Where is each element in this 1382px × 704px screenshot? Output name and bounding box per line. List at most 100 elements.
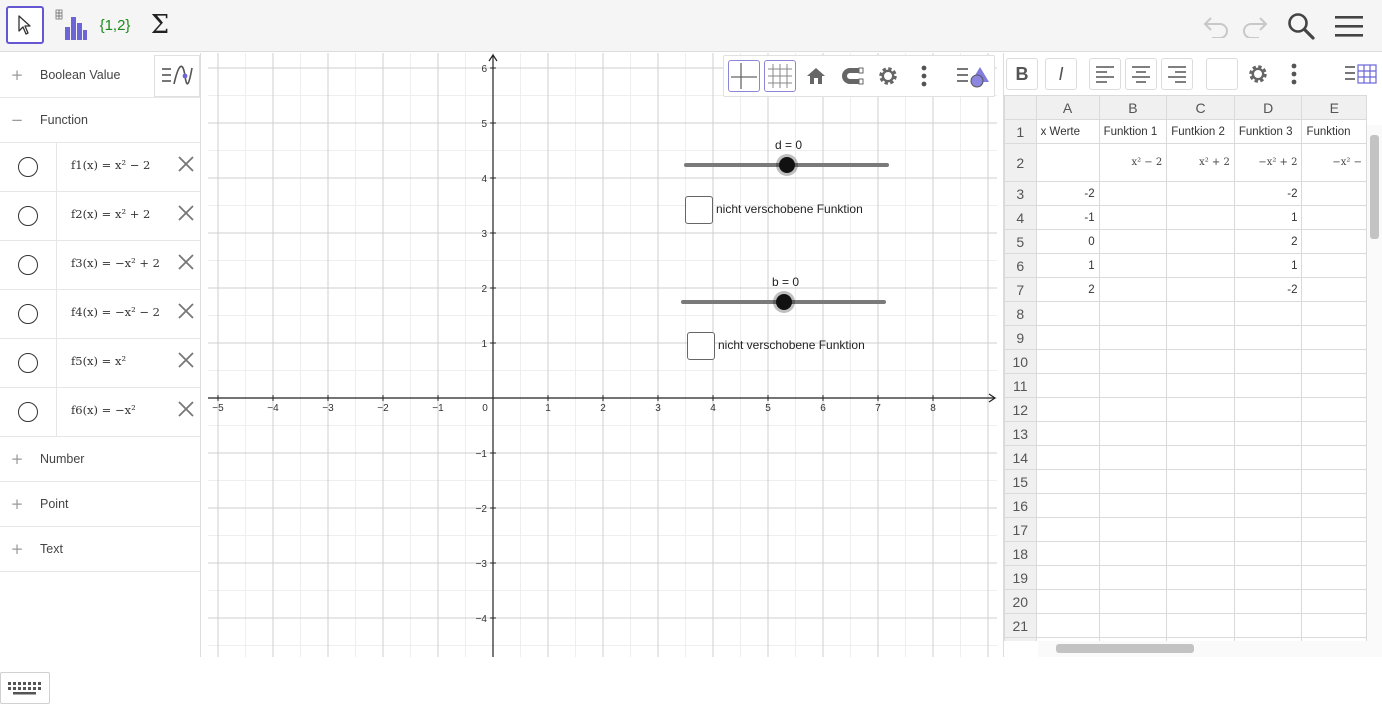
- cell[interactable]: [1166, 565, 1235, 590]
- visibility-toggle[interactable]: [18, 206, 38, 226]
- graphics-settings-button[interactable]: [872, 60, 904, 92]
- cell[interactable]: [1233, 469, 1303, 494]
- group-number[interactable]: + Number: [0, 437, 200, 482]
- cell[interactable]: [1301, 445, 1367, 470]
- cell[interactable]: [1301, 349, 1367, 374]
- function-expression[interactable]: f4(x) = −x² − 2: [71, 305, 160, 319]
- cell[interactable]: [1301, 589, 1367, 614]
- cell[interactable]: [1301, 325, 1367, 350]
- graphics-more-button[interactable]: [908, 60, 940, 92]
- cell[interactable]: [1301, 205, 1367, 230]
- row-header[interactable]: 19: [1004, 565, 1037, 590]
- cell[interactable]: x Werte: [1035, 119, 1100, 144]
- cell[interactable]: [1301, 397, 1367, 422]
- cell[interactable]: [1098, 373, 1168, 398]
- cell[interactable]: [1035, 445, 1100, 470]
- cell[interactable]: [1098, 253, 1168, 278]
- cell[interactable]: [1301, 517, 1367, 542]
- visibility-toggle[interactable]: [18, 402, 38, 422]
- cell[interactable]: [1035, 589, 1100, 614]
- cell[interactable]: [1035, 517, 1100, 542]
- cell[interactable]: [1098, 541, 1168, 566]
- cell[interactable]: -2: [1233, 181, 1303, 206]
- algebra-row-f2[interactable]: f2(x) = x² + 2: [0, 192, 200, 241]
- cell[interactable]: [1301, 181, 1367, 206]
- graphics-view[interactable]: −5 −4 −3 −2 −1 0 1 2 3 4 5 6 7 8 1 2 3 4 5 6 −1 −2 −3 −4 d = 0 …: [208, 53, 997, 657]
- visibility-toggle[interactable]: [18, 255, 38, 275]
- checkbox-unshifted-1[interactable]: [685, 196, 713, 224]
- algebra-row-f3[interactable]: f3(x) = −x² + 2: [0, 241, 200, 290]
- cell[interactable]: [1098, 613, 1168, 638]
- cell[interactable]: [1233, 325, 1303, 350]
- cell[interactable]: [1301, 565, 1367, 590]
- function-expression[interactable]: f1(x) = x² − 2: [71, 158, 150, 172]
- cell[interactable]: [1301, 253, 1367, 278]
- row-header[interactable]: 1: [1004, 119, 1037, 144]
- row-header[interactable]: 13: [1004, 421, 1037, 446]
- create-list-button[interactable]: {1,2}: [96, 6, 134, 44]
- cell[interactable]: [1166, 325, 1235, 350]
- row-header[interactable]: 4: [1004, 205, 1037, 230]
- cell[interactable]: [1035, 349, 1100, 374]
- cell[interactable]: [1035, 373, 1100, 398]
- cell[interactable]: [1301, 421, 1367, 446]
- cell[interactable]: [1035, 469, 1100, 494]
- cell[interactable]: [1166, 541, 1235, 566]
- row-header[interactable]: 14: [1004, 445, 1037, 470]
- cell[interactable]: [1098, 229, 1168, 254]
- cell[interactable]: [1233, 589, 1303, 614]
- algebra-row-f1[interactable]: f1(x) = x² − 2: [0, 143, 200, 192]
- cell[interactable]: 1: [1233, 205, 1303, 230]
- point-capturing-button[interactable]: [836, 60, 868, 92]
- cell[interactable]: [1098, 469, 1168, 494]
- spreadsheet-settings-button[interactable]: [1242, 58, 1274, 90]
- group-text[interactable]: + Text: [0, 527, 200, 572]
- graphics-style-bar-toggle[interactable]: [954, 60, 992, 92]
- row-header[interactable]: 11: [1004, 373, 1037, 398]
- row-header[interactable]: 8: [1004, 301, 1037, 326]
- axes-toggle-button[interactable]: [728, 60, 760, 92]
- algebra-row-f5[interactable]: f5(x) = x²: [0, 339, 200, 388]
- row-header[interactable]: 21: [1004, 613, 1037, 638]
- cell[interactable]: x² − 2: [1098, 143, 1168, 182]
- cell[interactable]: [1098, 277, 1168, 302]
- scroll-thumb[interactable]: [1056, 644, 1194, 653]
- delete-icon[interactable]: [176, 399, 196, 419]
- cell[interactable]: [1301, 229, 1367, 254]
- cell[interactable]: 1: [1233, 253, 1303, 278]
- cell[interactable]: [1233, 349, 1303, 374]
- cell[interactable]: [1233, 565, 1303, 590]
- delete-icon[interactable]: [176, 301, 196, 321]
- cell[interactable]: 0: [1035, 229, 1100, 254]
- cell[interactable]: [1233, 445, 1303, 470]
- row-header[interactable]: 16: [1004, 493, 1037, 518]
- cell[interactable]: [1098, 493, 1168, 518]
- corner-cell[interactable]: [1004, 95, 1037, 120]
- standard-view-button[interactable]: [800, 60, 832, 92]
- align-left-button[interactable]: [1089, 58, 1121, 90]
- row-header[interactable]: 9: [1004, 325, 1037, 350]
- slider-b-knob[interactable]: [776, 294, 792, 310]
- spreadsheet-more-button[interactable]: [1278, 58, 1310, 90]
- column-header[interactable]: B: [1098, 95, 1168, 120]
- move-tool-button[interactable]: [6, 6, 44, 44]
- main-menu-button[interactable]: [1331, 8, 1367, 44]
- cell[interactable]: [1098, 349, 1168, 374]
- function-expression[interactable]: f6(x) = −x²: [71, 403, 136, 417]
- search-button[interactable]: [1283, 8, 1319, 44]
- cell[interactable]: Funtkion 2: [1166, 119, 1235, 144]
- cell[interactable]: Funktion 1: [1098, 119, 1168, 144]
- cell[interactable]: 1: [1035, 253, 1100, 278]
- cell[interactable]: [1035, 397, 1100, 422]
- cell[interactable]: [1098, 181, 1168, 206]
- cell[interactable]: [1035, 493, 1100, 518]
- undo-button[interactable]: [1199, 8, 1235, 44]
- cell[interactable]: [1098, 565, 1168, 590]
- cell[interactable]: [1035, 143, 1100, 182]
- cell[interactable]: [1233, 541, 1303, 566]
- cell[interactable]: [1098, 397, 1168, 422]
- cell[interactable]: [1098, 589, 1168, 614]
- delete-icon[interactable]: [176, 203, 196, 223]
- cell[interactable]: -1: [1035, 205, 1100, 230]
- cell[interactable]: [1301, 301, 1367, 326]
